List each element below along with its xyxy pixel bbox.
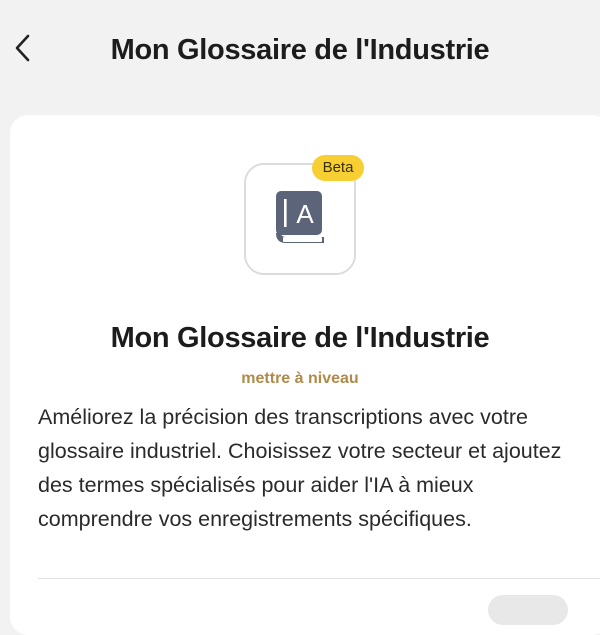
- top-bar: Mon Glossaire de l'Industrie: [0, 0, 600, 100]
- page-title: Mon Glossaire de l'Industrie: [110, 34, 490, 66]
- glossary-book-icon: A: [276, 191, 324, 243]
- divider: [38, 578, 600, 579]
- book-letter: A: [296, 199, 314, 229]
- upgrade-link[interactable]: mettre à niveau: [10, 370, 590, 388]
- feature-title: Mon Glossaire de l'Industrie: [110, 322, 490, 354]
- beta-badge: Beta: [312, 155, 364, 181]
- feature-card: A Beta Mon Glossaire de l'Industrie mett…: [10, 115, 600, 635]
- feature-description: Améliorez la précision des transcription…: [38, 405, 562, 531]
